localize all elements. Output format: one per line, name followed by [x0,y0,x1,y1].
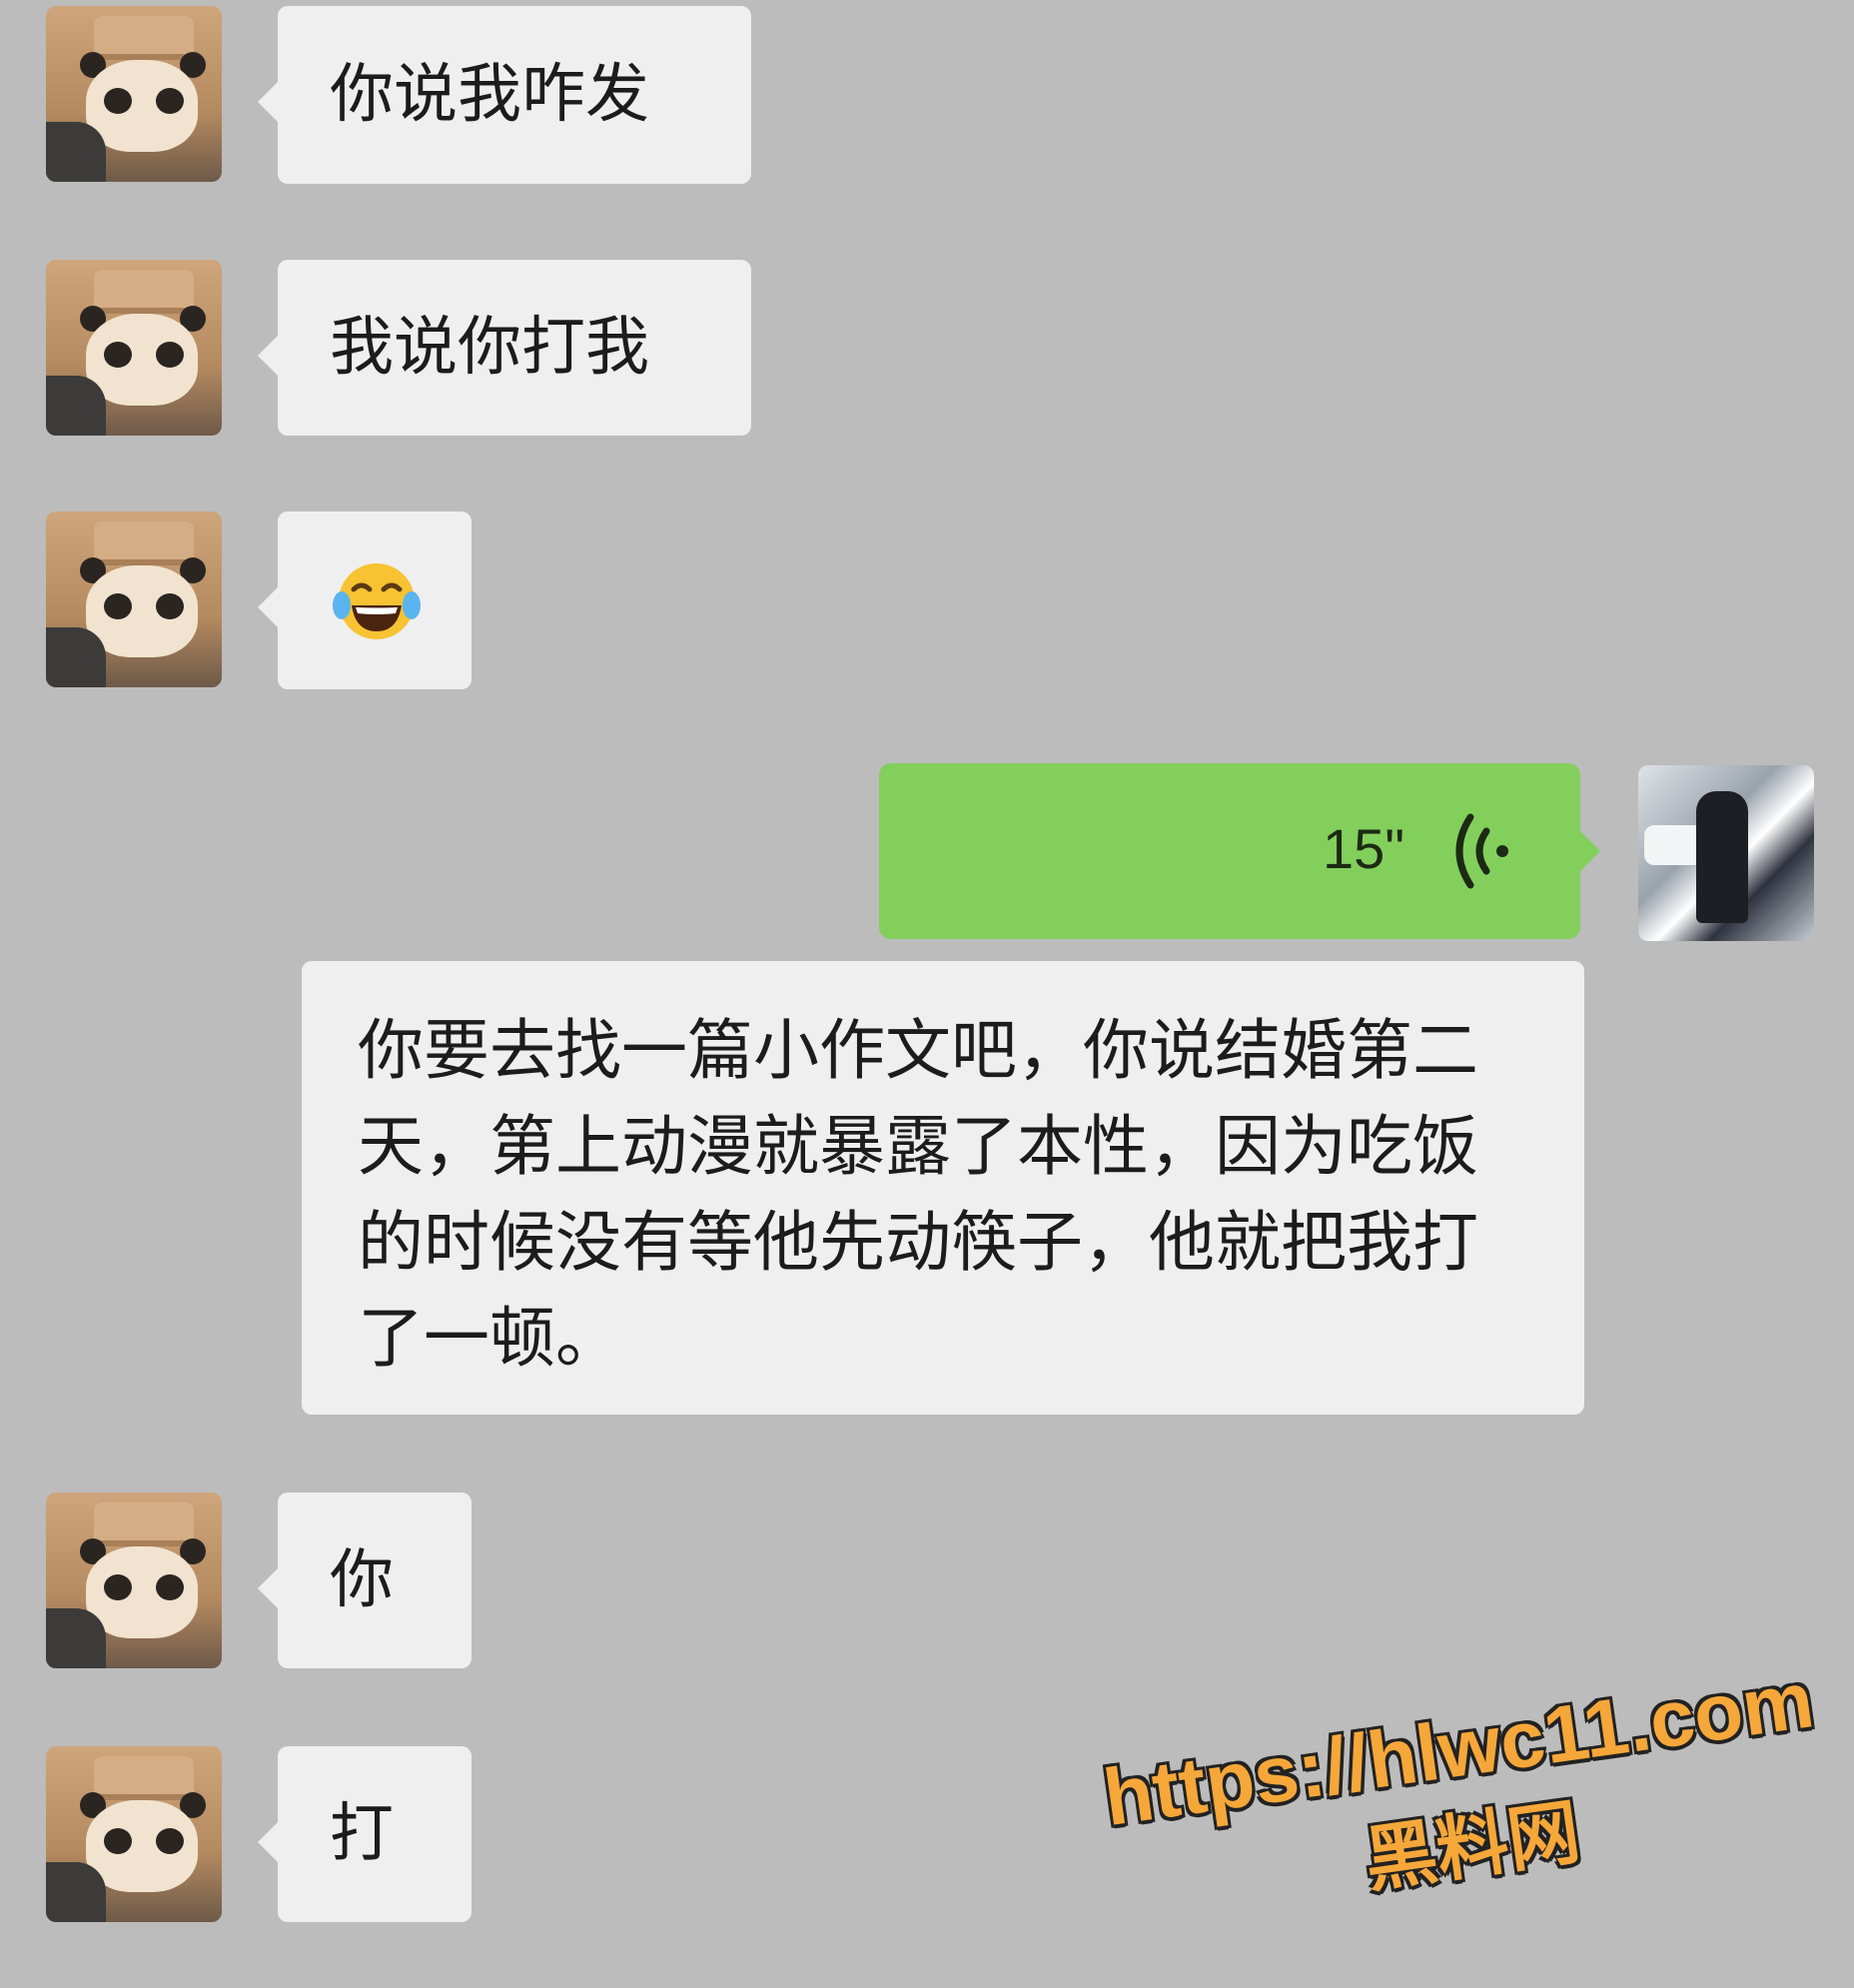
voice-duration: 15" [1323,817,1405,880]
panda-avatar[interactable] [46,6,222,182]
voice-wave-icon [1455,813,1508,889]
message-text: 我说你打我 [330,311,649,385]
voice-message-bubble[interactable]: 15" [879,763,1600,939]
message-row [0,511,1854,691]
message-row: 你说我咋发 [0,6,1854,186]
message-bubble[interactable]: 打 [258,1746,471,1922]
message-text: 你 [330,1543,394,1617]
panda-avatar[interactable] [46,1746,222,1922]
message-row: 你 [0,1492,1854,1672]
user-avatar[interactable] [1638,765,1814,941]
message-bubble[interactable]: 我说你打我 [258,260,751,436]
voice-transcript-bubble[interactable]: 你要去找一篇小作文吧，你说结婚第二天，第上动漫就暴露了本性，因为吃饭的时候没有等… [302,961,1584,1415]
message-bubble[interactable]: 你 [258,1492,471,1668]
message-text: 你说我咋发 [330,58,649,132]
message-text: 打 [330,1797,394,1871]
message-bubble[interactable]: 你说我咋发 [258,6,751,184]
panda-avatar[interactable] [46,511,222,687]
message-row: 我说你打我 [0,260,1854,440]
transcript-text: 你要去找一篇小作文吧，你说结婚第二天，第上动漫就暴露了本性，因为吃饭的时候没有等… [358,1012,1478,1377]
message-bubble[interactable] [258,511,471,689]
laughing-tears-emoji-icon [333,563,421,639]
chat-screen: { "messages": [ {"side": "left", "text":… [0,0,1854,1966]
watermark: https://hlwc11.com 黑料网 [1086,1648,1851,1988]
panda-avatar[interactable] [46,1492,222,1668]
message-row: 15" [0,763,1854,947]
panda-avatar[interactable] [46,260,222,436]
